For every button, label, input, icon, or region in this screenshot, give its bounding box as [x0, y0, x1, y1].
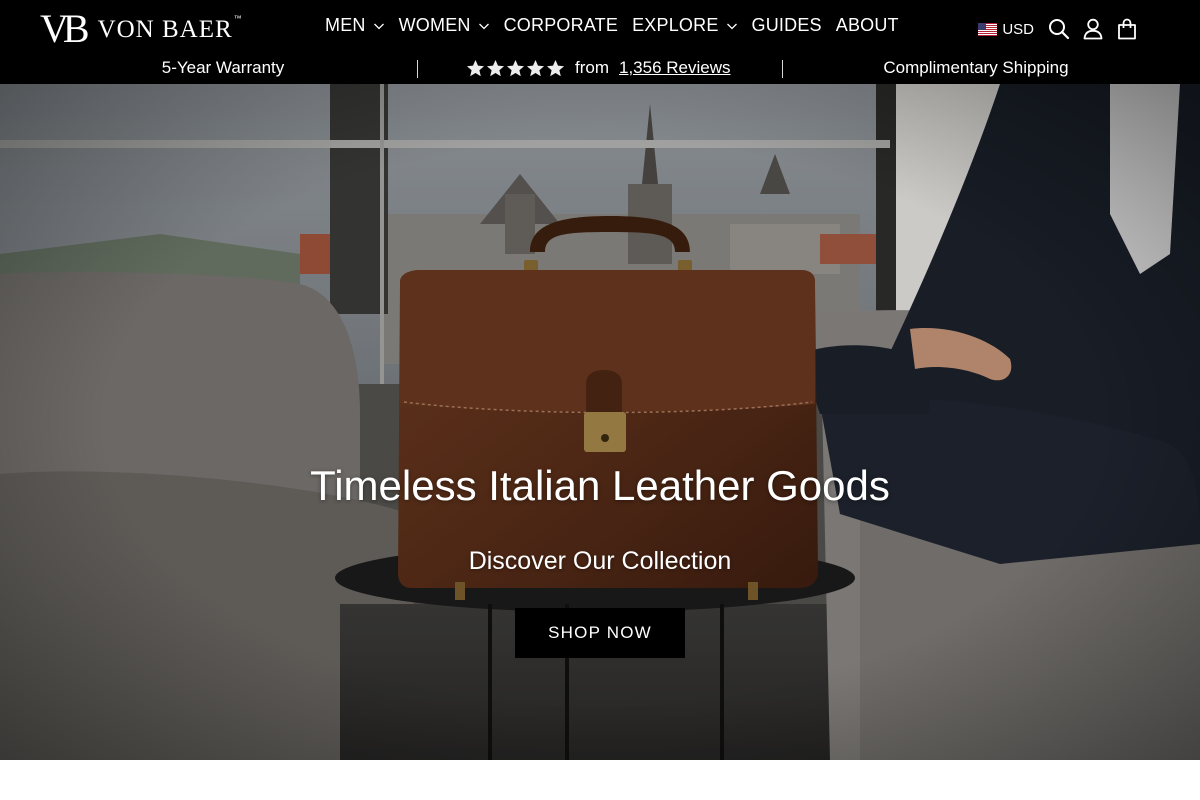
search-icon — [1049, 19, 1070, 40]
star-icon — [506, 59, 525, 76]
nav-item-label: CORPORATE — [503, 15, 619, 35]
warranty-text: 5-Year Warranty — [161, 58, 285, 77]
nav-item-label: WOMEN — [398, 15, 471, 35]
cart-button[interactable] — [1110, 17, 1144, 41]
search-button[interactable] — [1042, 17, 1076, 41]
reviews-summary: from 1,356 Reviews — [466, 58, 731, 78]
account-icon — [1083, 18, 1103, 40]
chevron-down-icon — [478, 23, 489, 30]
nav-item-about[interactable]: ABOUT — [836, 15, 899, 35]
hero-banner: Timeless Italian Leather Goods Discover … — [0, 84, 1200, 760]
us-flag-icon — [978, 22, 998, 36]
star-icon — [486, 59, 505, 76]
star-icon — [546, 59, 565, 76]
divider — [417, 60, 418, 78]
account-button[interactable] — [1076, 17, 1110, 41]
currency-label: USD — [1002, 20, 1034, 38]
currency-selector[interactable]: USD — [978, 21, 1034, 38]
shop-now-button[interactable]: SHOP NOW — [515, 608, 685, 658]
nav-item-guides[interactable]: GUIDES — [752, 15, 822, 35]
chevron-down-icon — [726, 23, 737, 30]
logo-wordmark: VON BAER — [97, 16, 233, 43]
hero-title: Timeless Italian Leather Goods — [310, 462, 890, 509]
hero-subtitle: Discover Our Collection — [468, 547, 732, 575]
nav-item-men[interactable]: MEN — [325, 15, 385, 35]
nav-item-explore[interactable]: EXPLORE — [632, 15, 737, 35]
nav-item-label: EXPLORE — [632, 15, 719, 35]
chevron-down-icon — [373, 23, 384, 30]
logo-trademark: ™ — [233, 14, 242, 23]
nav-item-label: ABOUT — [835, 15, 899, 35]
page-content-area — [0, 760, 1200, 800]
nav-item-label: MEN — [325, 15, 366, 35]
site-header: VB VON BAER ™ MEN WOMEN CORPORATE EXPLOR… — [0, 0, 1200, 84]
star-icon — [466, 59, 485, 76]
cart-icon — [1118, 18, 1136, 40]
reviews-link[interactable]: 1,356 Reviews — [619, 58, 731, 78]
nav-item-women[interactable]: WOMEN — [399, 15, 490, 35]
reviews-prefix: from — [575, 58, 609, 77]
announcement-bar: 5-Year Warranty from 1,356 Reviews Compl… — [0, 56, 1200, 84]
hero-image — [0, 84, 1200, 760]
header-utilities: USD — [978, 17, 1144, 41]
star-icon — [526, 59, 545, 76]
divider — [782, 60, 783, 78]
shipping-text: Complimentary Shipping — [883, 58, 1069, 77]
rating-stars — [466, 59, 565, 78]
nav-item-corporate[interactable]: CORPORATE — [504, 15, 618, 35]
logo-monogram: VB — [40, 6, 90, 51]
nav-item-label: GUIDES — [751, 15, 822, 35]
main-nav: MEN WOMEN CORPORATE EXPLORE GUIDES ABOUT — [325, 15, 899, 35]
brand-logo[interactable]: VB VON BAER ™ — [40, 9, 242, 49]
